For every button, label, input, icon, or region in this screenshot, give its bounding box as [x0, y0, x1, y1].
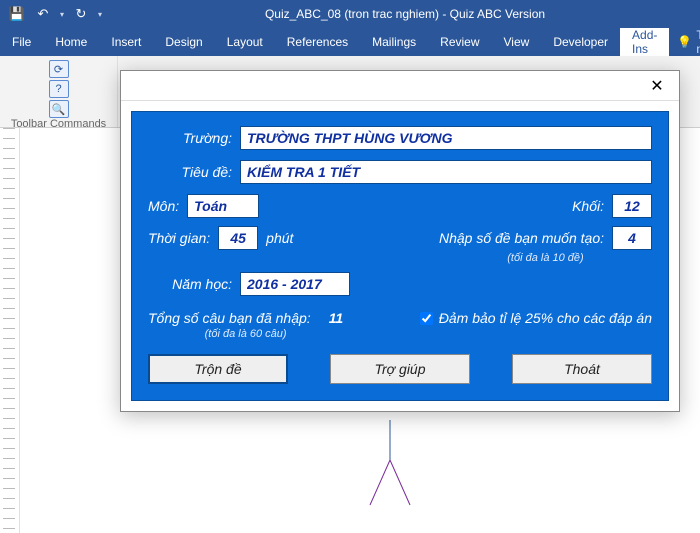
checkbox-dambao-label: Đảm bảo tỉ lệ 25% cho các đáp án: [439, 310, 652, 326]
value-tongso: 11: [329, 310, 344, 326]
input-namhoc[interactable]: [240, 272, 350, 296]
find-icon[interactable]: 🔍: [49, 100, 69, 118]
tell-me-label: Tell m: [696, 28, 700, 56]
label-tongso: Tổng số câu bạn đã nhập:: [148, 310, 311, 326]
close-icon[interactable]: ✕: [643, 75, 671, 97]
refresh-icon[interactable]: ⟳: [49, 60, 69, 78]
quick-access-toolbar: 💾 ↶ ▾ ↻ ▾: [0, 3, 110, 25]
tab-mailings[interactable]: Mailings: [360, 28, 428, 56]
label-thoigian: Thời gian:: [148, 230, 210, 246]
undo-icon[interactable]: ↶: [32, 3, 54, 25]
tab-review[interactable]: Review: [428, 28, 491, 56]
page-graphic: [360, 420, 420, 510]
label-mon: Môn:: [148, 198, 179, 214]
label-phut: phút: [266, 230, 293, 246]
tab-addins[interactable]: Add-Ins: [620, 28, 669, 56]
quiz-settings-dialog: ✕ Trường: Tiêu đề: Môn: Khối:: [120, 70, 680, 412]
help-icon[interactable]: ?: [49, 80, 69, 98]
tab-view[interactable]: View: [492, 28, 542, 56]
button-trogiup[interactable]: Trợ giúp: [330, 354, 470, 384]
button-thoat[interactable]: Thoát: [512, 354, 652, 384]
tab-layout[interactable]: Layout: [215, 28, 275, 56]
input-sode[interactable]: [612, 226, 652, 250]
hint-toida10: (tối đa là 10 đề): [507, 252, 583, 264]
ribbon-group-toolbar-commands: ⟳ ? 🔍 Toolbar Commands: [0, 56, 118, 127]
button-tronde[interactable]: Trộn đề: [148, 354, 288, 384]
hint-toida60: (tối đa là 60 câu): [148, 328, 343, 340]
window-titlebar: 💾 ↶ ▾ ↻ ▾ Quiz_ABC_08 (tron trac nghiem)…: [0, 0, 700, 28]
dialog-titlebar: ✕: [121, 71, 679, 101]
save-icon[interactable]: 💾: [6, 3, 28, 25]
tab-references[interactable]: References: [275, 28, 360, 56]
dialog-panel: Trường: Tiêu đề: Môn: Khối: Thời: [131, 111, 669, 401]
tab-insert[interactable]: Insert: [99, 28, 153, 56]
input-tieude[interactable]: [240, 160, 652, 184]
document-title: Quiz_ABC_08 (tron trac nghiem) - Quiz AB…: [110, 7, 700, 21]
lightbulb-icon: 💡: [677, 35, 692, 49]
ribbon-tabs: File Home Insert Design Layout Reference…: [0, 28, 700, 56]
label-truong: Trường:: [148, 130, 232, 146]
checkbox-dambao-input[interactable]: [420, 312, 433, 325]
tell-me-search[interactable]: 💡 Tell m: [669, 28, 700, 56]
input-thoigian[interactable]: [218, 226, 258, 250]
checkbox-dambao[interactable]: Đảm bảo tỉ lệ 25% cho các đáp án: [420, 310, 652, 326]
label-tieude: Tiêu đề:: [148, 164, 232, 180]
label-khoi: Khối:: [572, 198, 604, 214]
input-mon[interactable]: [187, 194, 259, 218]
label-namhoc: Năm học:: [148, 276, 232, 292]
tab-home[interactable]: Home: [43, 28, 99, 56]
qat-customize-icon[interactable]: ▾: [96, 3, 104, 25]
input-khoi[interactable]: [612, 194, 652, 218]
tab-file[interactable]: File: [0, 28, 43, 56]
qat-dropdown-icon[interactable]: ▾: [58, 3, 66, 25]
input-truong[interactable]: [240, 126, 652, 150]
tab-developer[interactable]: Developer: [541, 28, 620, 56]
label-nhapsode: Nhập số đề bạn muốn tạo:: [439, 230, 604, 246]
vertical-ruler: [0, 128, 20, 533]
redo-icon[interactable]: ↻: [70, 3, 92, 25]
tab-design[interactable]: Design: [153, 28, 214, 56]
